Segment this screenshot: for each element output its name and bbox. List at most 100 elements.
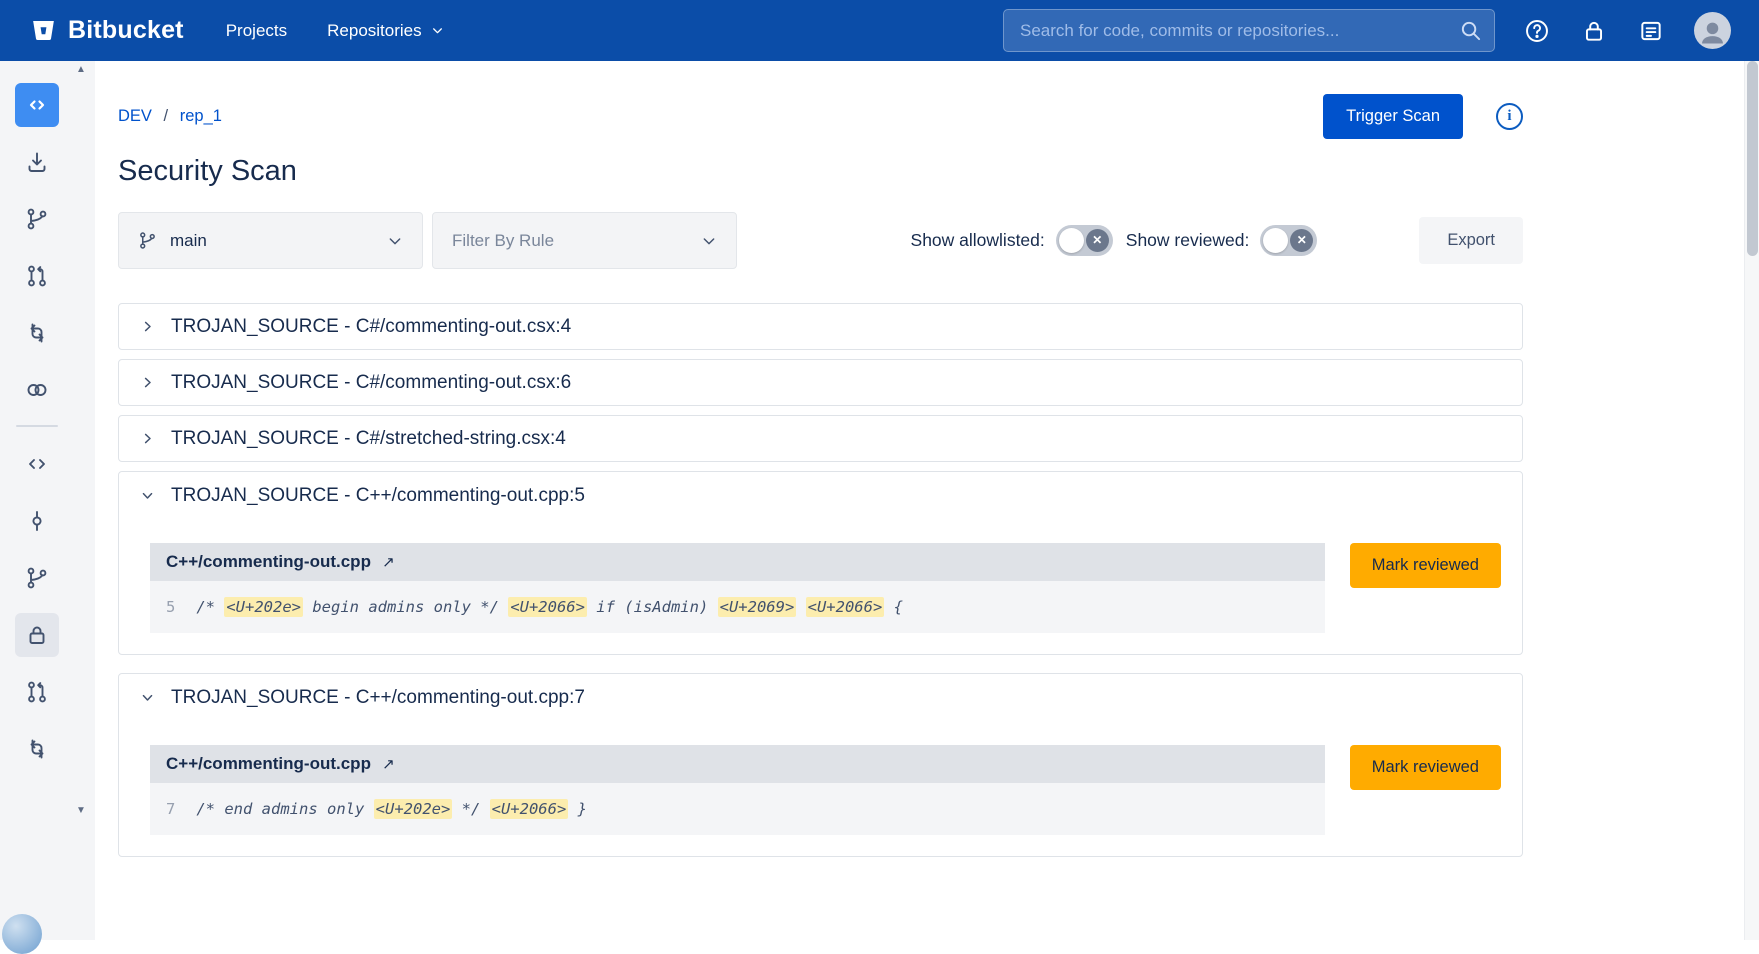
finding-row[interactable]: TROJAN_SOURCE - C#/commenting-out.csx:4 (118, 303, 1523, 350)
breadcrumb-repo-link[interactable]: rep_1 (180, 107, 222, 125)
code-segment: */ (452, 800, 489, 818)
show-allowlisted-label: Show allowlisted: (911, 230, 1045, 251)
unicode-token: <U+202e> (374, 799, 453, 819)
sidebar-divider (16, 425, 58, 427)
chevron-down-icon (701, 233, 717, 249)
fork-compare-icon (25, 737, 49, 761)
code-text: /* <U+202e> begin admins only */ <U+2066… (196, 598, 903, 616)
code-panel: C++/commenting-out.cpp ↗ 5 /* <U+202e> b… (150, 543, 1325, 633)
finding-card: TROJAN_SOURCE - C++/commenting-out.cpp:5… (118, 471, 1523, 655)
finding-title: TROJAN_SOURCE - C#/commenting-out.csx:4 (171, 316, 571, 338)
topbar-actions (1523, 12, 1731, 49)
repository-code-icon (25, 93, 49, 117)
finding-row[interactable]: TROJAN_SOURCE - C++/commenting-out.cpp:5 (119, 472, 1522, 519)
toggle-off-icon: ✕ (1086, 229, 1109, 252)
finding-row[interactable]: TROJAN_SOURCE - C++/commenting-out.cpp:7 (119, 674, 1522, 721)
sidebar-item-compare[interactable] (15, 311, 59, 355)
mark-reviewed-button[interactable]: Mark reviewed (1350, 543, 1501, 588)
code-line: 7 /* end admins only <U+202e> */ <U+2066… (150, 783, 1325, 835)
sidebar-item-fork[interactable] (15, 727, 59, 771)
top-nav: Projects Repositories (226, 21, 444, 41)
page-scrollbar[interactable] (1744, 61, 1759, 940)
code-panel-header: C++/commenting-out.cpp ↗ (150, 543, 1325, 581)
commit-icon (25, 509, 49, 533)
help-icon[interactable] (1523, 17, 1551, 45)
sidebar-item-clone[interactable] (15, 140, 59, 184)
pull-request-icon (25, 680, 49, 704)
chevron-right-icon (140, 375, 155, 390)
scrollbar-thumb[interactable] (1747, 61, 1758, 256)
code-segment: /* end admins only (196, 800, 373, 818)
code-segment: if (isAdmin) (587, 598, 718, 616)
sidebar-scroll-down-arrow[interactable]: ▼ (74, 805, 88, 817)
finding-title: TROJAN_SOURCE - C++/commenting-out.cpp:7 (171, 687, 585, 709)
external-link-icon: ↗ (378, 756, 395, 773)
finding-row[interactable]: TROJAN_SOURCE - C#/commenting-out.csx:6 (118, 359, 1523, 406)
sidebar-item-pull-requests[interactable] (15, 254, 59, 298)
bitbucket-home-link[interactable]: Bitbucket (30, 16, 184, 45)
chevron-right-icon (140, 431, 155, 446)
page-title: Security Scan (118, 155, 1523, 188)
search-icon[interactable] (1459, 19, 1482, 42)
file-link[interactable]: C++/commenting-out.cpp ↗ (166, 754, 395, 773)
finding-title: TROJAN_SOURCE - C++/commenting-out.cpp:5 (171, 485, 585, 507)
sidebar-item-source[interactable] (15, 442, 59, 486)
builds-icon (25, 378, 49, 402)
search-input[interactable] (1003, 9, 1495, 52)
sidebar-item-branch-graph[interactable] (15, 556, 59, 600)
nav-projects[interactable]: Projects (226, 21, 287, 41)
unicode-token: <U+2066> (806, 597, 885, 617)
sidebar-item-repository[interactable] (15, 83, 59, 127)
download-icon (25, 150, 49, 174)
code-icon (25, 452, 49, 476)
sidebar-item-commits[interactable] (15, 499, 59, 543)
code-segment: begin admins only */ (303, 598, 508, 616)
unicode-token: <U+2069> (718, 597, 797, 617)
finding-detail: C++/commenting-out.cpp ↗ 7 /* end admins… (119, 721, 1522, 835)
mark-reviewed-button[interactable]: Mark reviewed (1350, 745, 1501, 790)
sidebar: ▲ ▼ (0, 61, 95, 940)
finding-title: TROJAN_SOURCE - C#/stretched-string.csx:… (171, 428, 566, 450)
unicode-token: <U+202e> (224, 597, 303, 617)
line-number: 5 (166, 598, 175, 616)
sidebar-item-builds[interactable] (15, 368, 59, 412)
help-bubble-button[interactable] (2, 914, 42, 954)
sidebar-item-pull-request-alt[interactable] (15, 670, 59, 714)
unicode-token: <U+2066> (508, 597, 587, 617)
findings-list: TROJAN_SOURCE - C#/commenting-out.csx:4 … (118, 303, 1523, 857)
finding-row[interactable]: TROJAN_SOURCE - C#/stretched-string.csx:… (118, 415, 1523, 462)
person-icon (1696, 16, 1729, 49)
global-search (1003, 9, 1495, 52)
nav-repositories[interactable]: Repositories (327, 21, 444, 41)
branch-icon (25, 566, 49, 590)
sidebar-scroll-up-arrow[interactable]: ▲ (74, 64, 88, 76)
chevron-down-icon (140, 488, 155, 503)
feedback-icon[interactable] (1637, 17, 1665, 45)
topbar: Bitbucket Projects Repositories (0, 0, 1759, 61)
branch-select-value: main (170, 231, 207, 251)
trigger-scan-button[interactable]: Trigger Scan (1323, 94, 1463, 139)
external-link-icon: ↗ (378, 554, 395, 571)
unicode-token: <U+2066> (490, 799, 569, 819)
sidebar-item-branches[interactable] (15, 197, 59, 241)
chevron-right-icon (140, 319, 155, 334)
file-link[interactable]: C++/commenting-out.cpp ↗ (166, 552, 395, 571)
code-panel-header: C++/commenting-out.cpp ↗ (150, 745, 1325, 783)
branch-icon (25, 207, 49, 231)
code-segment: } (568, 800, 587, 818)
code-segment: { (884, 598, 903, 616)
breadcrumb-project-link[interactable]: DEV (118, 107, 152, 125)
rule-filter-placeholder: Filter By Rule (452, 231, 554, 251)
nav-repositories-label: Repositories (327, 21, 422, 41)
branch-icon (138, 231, 157, 250)
show-reviewed-toggle[interactable]: ✕ (1260, 225, 1317, 256)
rule-filter-select[interactable]: Filter By Rule (432, 212, 737, 269)
export-button[interactable]: Export (1419, 217, 1523, 264)
sidebar-item-security-scan[interactable] (15, 613, 59, 657)
user-avatar[interactable] (1694, 12, 1731, 49)
toggle-knob (1059, 228, 1084, 253)
branch-select[interactable]: main (118, 212, 423, 269)
info-icon[interactable]: i (1496, 103, 1523, 130)
lock-icon[interactable] (1580, 17, 1608, 45)
show-allowlisted-toggle[interactable]: ✕ (1056, 225, 1113, 256)
